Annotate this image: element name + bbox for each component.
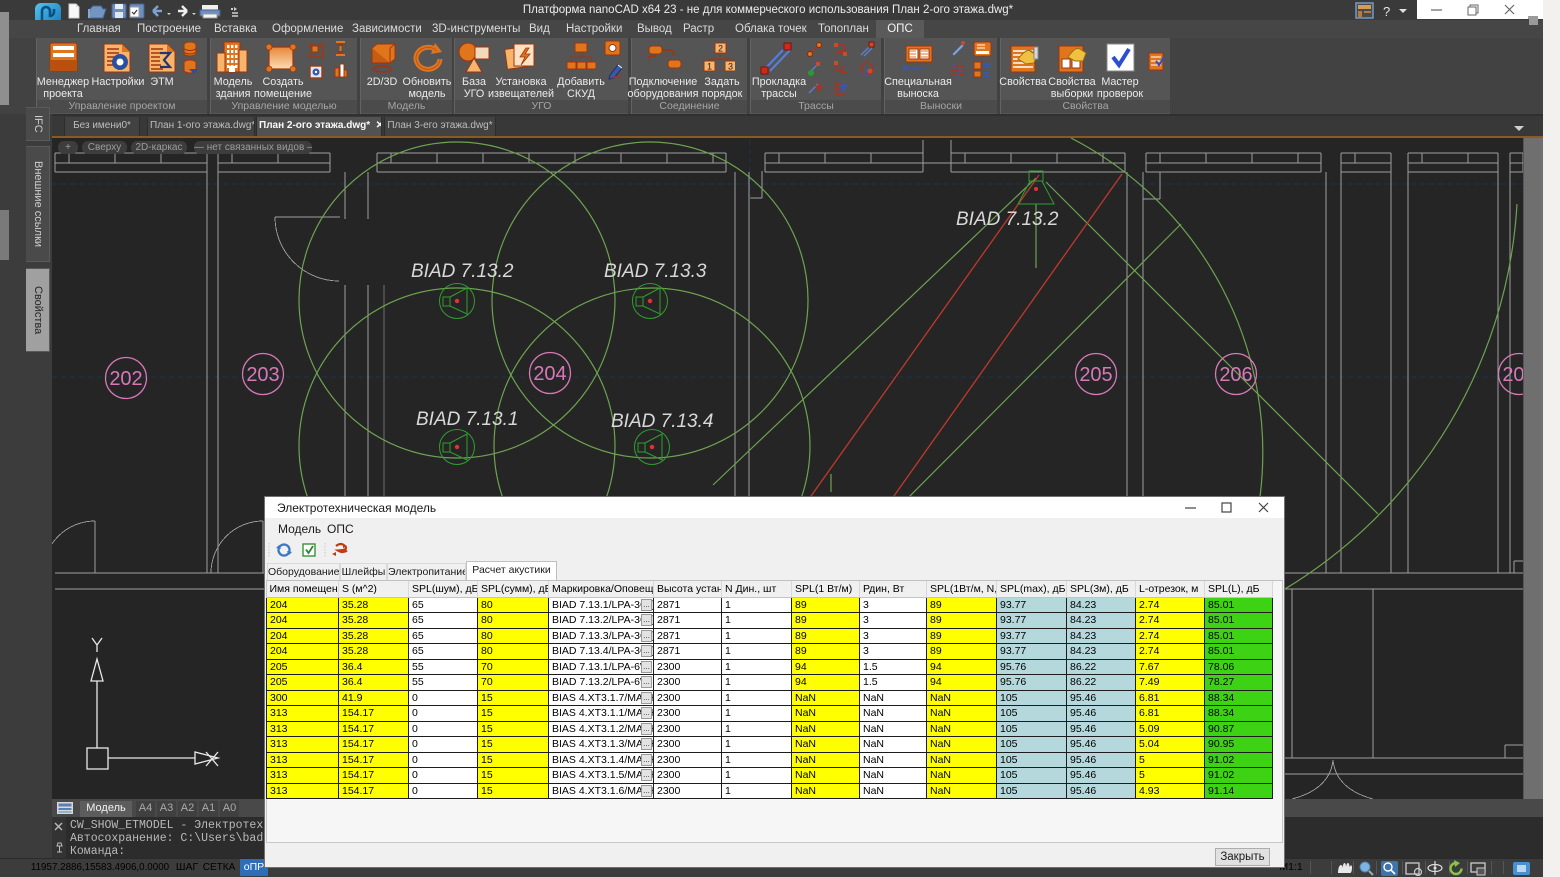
svg-text:?: ?: [1383, 4, 1390, 19]
svg-text:202: 202: [109, 368, 142, 390]
svg-text:206: 206: [1219, 364, 1252, 386]
svg-text:205: 205: [1079, 364, 1112, 386]
svg-text:BIAD 7.13.3: BIAD 7.13.3: [604, 261, 707, 282]
svg-text:1: 1: [707, 62, 712, 72]
svg-text:BIAD 7.13.4: BIAD 7.13.4: [611, 411, 713, 432]
svg-text:204: 204: [533, 363, 566, 385]
svg-text:BIAD 7.13.1: BIAD 7.13.1: [416, 409, 518, 430]
svg-text:2: 2: [718, 44, 723, 54]
svg-text:BIAD 7.13.2: BIAD 7.13.2: [956, 209, 1059, 230]
svg-text:3: 3: [728, 62, 733, 72]
svg-text:203: 203: [246, 364, 279, 386]
svg-text:207: 207: [1502, 364, 1523, 386]
svg-text:BIAD 7.13.2: BIAD 7.13.2: [411, 261, 514, 282]
